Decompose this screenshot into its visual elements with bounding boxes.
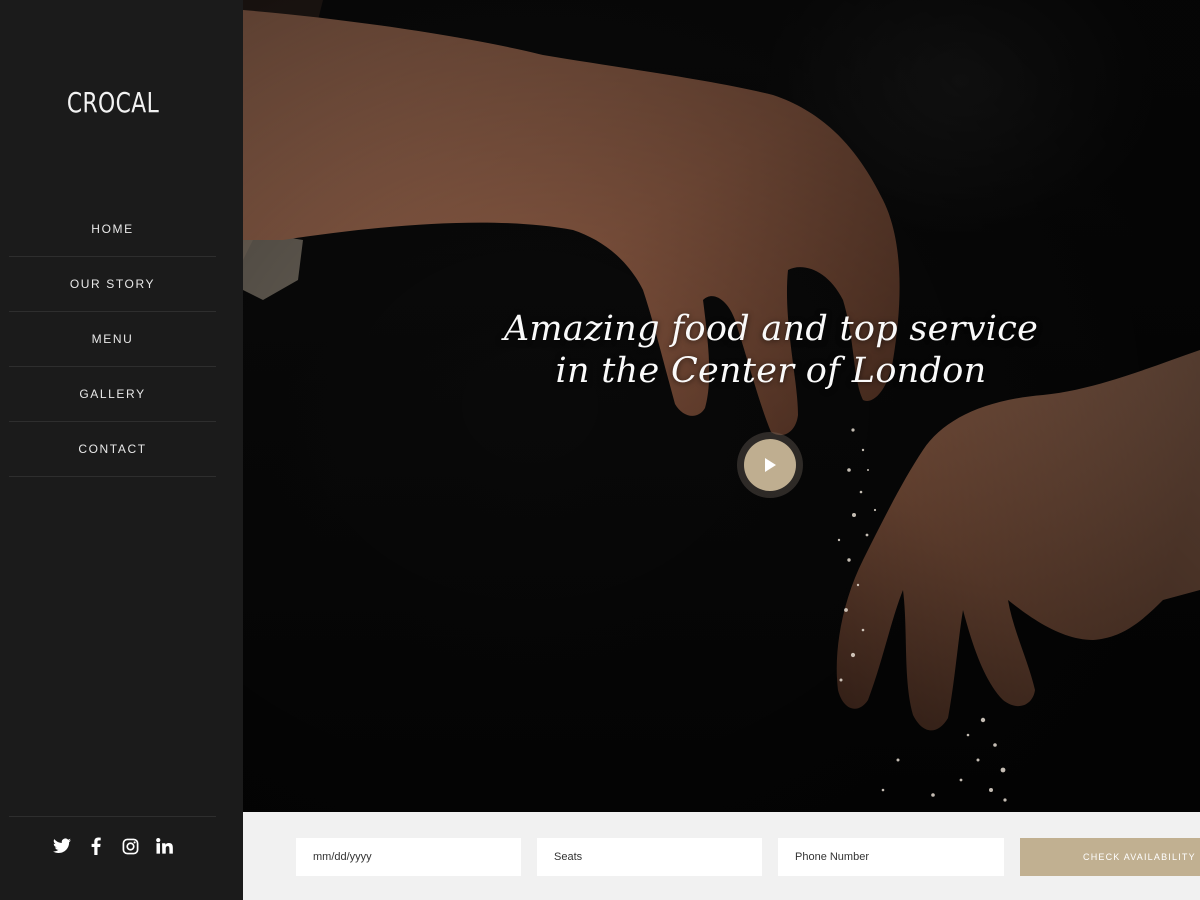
nav-item-gallery[interactable]: GALLERY (9, 367, 216, 422)
twitter-icon[interactable] (53, 837, 71, 855)
play-video-button[interactable] (737, 432, 803, 498)
play-button-circle (744, 439, 796, 491)
linkedin-icon[interactable] (155, 837, 173, 855)
seats-input[interactable] (537, 838, 762, 876)
nav-item-contact[interactable]: CONTACT (9, 422, 216, 477)
phone-number-input[interactable] (778, 838, 1004, 876)
hero-title: Amazing food and top service in the Cent… (483, 308, 1059, 392)
site-logo[interactable]: CROCAL (25, 86, 201, 119)
hero-title-line-1: Amazing food and top service (503, 309, 1039, 349)
check-availability-button[interactable]: CHECK AVAILABILITY (1020, 838, 1200, 876)
instagram-icon[interactable] (121, 837, 139, 855)
sidebar: CROCAL HOME OUR STORY MENU GALLERY CONTA… (0, 0, 243, 900)
nav-item-menu[interactable]: MENU (9, 312, 216, 367)
hero-background-image (243, 0, 1200, 812)
play-icon (765, 458, 776, 472)
social-links (0, 832, 226, 860)
booking-bar: CHECK AVAILABILITY (243, 812, 1200, 900)
sidebar-divider (9, 816, 216, 817)
nav-item-our-story[interactable]: OUR STORY (9, 257, 216, 312)
date-input[interactable] (296, 838, 521, 876)
hero-section: Amazing food and top service in the Cent… (243, 0, 1200, 812)
nav-item-home[interactable]: HOME (9, 202, 216, 257)
hero-title-line-2: in the Center of London (555, 351, 987, 391)
main-nav: HOME OUR STORY MENU GALLERY CONTACT (9, 202, 216, 477)
facebook-icon[interactable] (87, 837, 105, 855)
